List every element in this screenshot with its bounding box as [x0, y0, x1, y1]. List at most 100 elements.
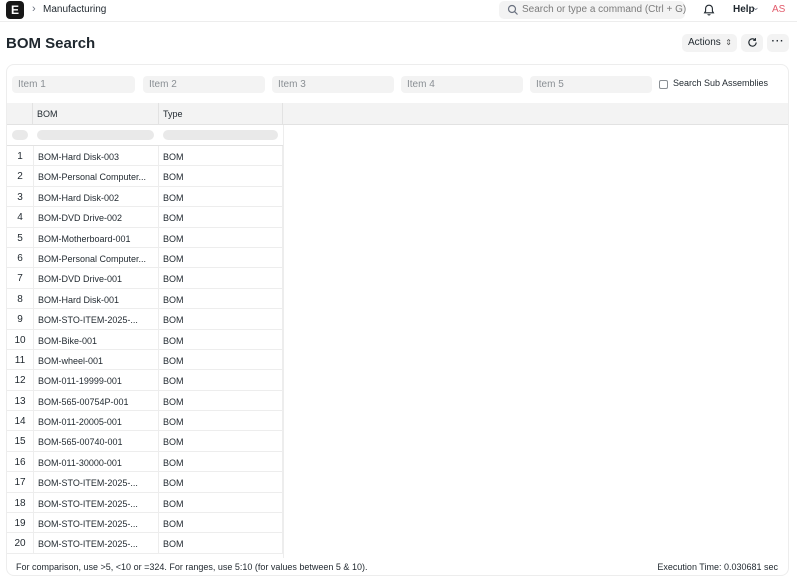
- table-row[interactable]: 12 BOM-011-19999-001 BOM: [7, 370, 283, 391]
- type-cell[interactable]: BOM: [159, 411, 283, 432]
- row-number: 8: [17, 293, 23, 305]
- type-cell[interactable]: BOM: [159, 349, 283, 370]
- table-row[interactable]: 9 BOM-STO-ITEM-2025-... BOM: [7, 309, 283, 330]
- table-row[interactable]: 18 BOM-STO-ITEM-2025-... BOM: [7, 492, 283, 514]
- bom-cell[interactable]: BOM-Bike-001: [33, 329, 159, 350]
- search-input[interactable]: Search or type a command (Ctrl + G): [499, 1, 687, 19]
- type-cell[interactable]: BOM: [159, 186, 283, 207]
- type-cell[interactable]: BOM: [159, 268, 283, 289]
- filter-item-5[interactable]: Item 5: [530, 76, 652, 93]
- row-number: 7: [17, 273, 23, 285]
- bom-cell[interactable]: BOM-STO-ITEM-2025-...: [33, 472, 159, 493]
- row-number: 17: [14, 477, 26, 489]
- row-number: 14: [14, 416, 26, 428]
- search-icon: [507, 4, 518, 15]
- row-number: 20: [14, 538, 26, 550]
- bell-icon[interactable]: [702, 3, 716, 17]
- table-row[interactable]: 1 BOM-Hard Disk-003 BOM: [7, 146, 283, 167]
- bom-cell[interactable]: BOM-Personal Computer...: [33, 247, 159, 268]
- bom-cell[interactable]: BOM-STO-ITEM-2025-...: [33, 492, 159, 513]
- type-cell[interactable]: BOM: [159, 227, 283, 248]
- column-header-bom[interactable]: BOM: [33, 103, 159, 125]
- search-sub-assemblies-checkbox[interactable]: [659, 80, 668, 89]
- type-cell[interactable]: BOM: [159, 166, 283, 187]
- row-number: 12: [14, 375, 26, 387]
- bom-cell[interactable]: BOM-Hard Disk-002: [33, 186, 159, 207]
- footer-note: For comparison, use >5, <10 or =324. For…: [16, 562, 368, 572]
- bom-cell[interactable]: BOM-Hard Disk-003: [33, 146, 159, 166]
- table-row[interactable]: 14 BOM-011-20005-001 BOM: [7, 411, 283, 432]
- type-cell[interactable]: BOM: [159, 329, 283, 350]
- row-number: 15: [14, 436, 26, 448]
- table-row[interactable]: 7 BOM-DVD Drive-001 BOM: [7, 268, 283, 289]
- column-header-type[interactable]: Type: [159, 103, 283, 125]
- bom-cell[interactable]: BOM-STO-ITEM-2025-...: [33, 513, 159, 534]
- row-number: 6: [17, 252, 23, 264]
- table-row[interactable]: 10 BOM-Bike-001 BOM: [7, 329, 283, 350]
- filter-item-4[interactable]: Item 4: [401, 76, 523, 93]
- filter-item-1[interactable]: Item 1: [12, 76, 135, 93]
- avatar[interactable]: AS: [772, 4, 785, 15]
- type-filter-input[interactable]: [163, 130, 278, 140]
- page-title: BOM Search: [6, 35, 96, 52]
- table-row[interactable]: 11 BOM-wheel-001 BOM: [7, 349, 283, 371]
- type-cell[interactable]: BOM: [159, 390, 283, 411]
- report-card: Item 1 Item 2 Item 3 Item 4 Item 5 Searc…: [6, 64, 789, 576]
- table-row[interactable]: 2 BOM-Personal Computer... BOM: [7, 166, 283, 187]
- table-row[interactable]: 3 BOM-Hard Disk-002 BOM: [7, 186, 283, 208]
- row-number: 10: [14, 334, 26, 346]
- filter-item-3[interactable]: Item 3: [272, 76, 394, 93]
- row-number: 4: [17, 212, 23, 224]
- table-row[interactable]: 13 BOM-565-00754P-001 BOM: [7, 390, 283, 412]
- table-row[interactable]: 20 BOM-STO-ITEM-2025-... BOM: [7, 533, 283, 554]
- chevron-right-icon: ›: [32, 3, 36, 15]
- type-cell[interactable]: BOM: [159, 207, 283, 228]
- bom-cell[interactable]: BOM-STO-ITEM-2025-...: [33, 533, 159, 554]
- table-row[interactable]: 6 BOM-Personal Computer... BOM: [7, 247, 283, 269]
- bom-cell[interactable]: BOM-DVD Drive-002: [33, 207, 159, 228]
- bom-cell[interactable]: BOM-011-30000-001: [33, 451, 159, 472]
- type-cell[interactable]: BOM: [159, 247, 283, 268]
- bom-cell[interactable]: BOM-Hard Disk-001: [33, 288, 159, 309]
- actions-button[interactable]: Actions ⇕: [682, 34, 737, 52]
- navbar: E › Manufacturing Search or type a comma…: [0, 0, 797, 22]
- bom-cell[interactable]: BOM-011-20005-001: [33, 411, 159, 432]
- table-row[interactable]: 15 BOM-565-00740-001 BOM: [7, 431, 283, 452]
- bom-cell[interactable]: BOM-011-19999-001: [33, 370, 159, 391]
- table-row[interactable]: 5 BOM-Motherboard-001 BOM: [7, 227, 283, 248]
- table-row[interactable]: 8 BOM-Hard Disk-001 BOM: [7, 288, 283, 310]
- type-cell[interactable]: BOM: [159, 288, 283, 309]
- more-options-button[interactable]: ···: [767, 34, 789, 52]
- bom-cell[interactable]: BOM-STO-ITEM-2025-...: [33, 309, 159, 330]
- refresh-button[interactable]: [741, 34, 763, 52]
- column-filter-row: [7, 125, 283, 146]
- app-logo[interactable]: E: [6, 1, 24, 19]
- execution-time: Execution Time: 0.030681 sec: [657, 562, 778, 572]
- bom-cell[interactable]: BOM-Motherboard-001: [33, 227, 159, 248]
- search-sub-assemblies-label[interactable]: Search Sub Assemblies: [673, 78, 768, 88]
- type-cell[interactable]: BOM: [159, 146, 283, 166]
- table-row[interactable]: 19 BOM-STO-ITEM-2025-... BOM: [7, 513, 283, 534]
- type-cell[interactable]: BOM: [159, 370, 283, 391]
- type-cell[interactable]: BOM: [159, 492, 283, 513]
- bom-cell[interactable]: BOM-DVD Drive-001: [33, 268, 159, 289]
- type-cell[interactable]: BOM: [159, 451, 283, 472]
- bom-cell[interactable]: BOM-wheel-001: [33, 349, 159, 370]
- bom-filter-input[interactable]: [37, 130, 154, 140]
- type-cell[interactable]: BOM: [159, 513, 283, 534]
- type-cell[interactable]: BOM: [159, 431, 283, 452]
- bom-cell[interactable]: BOM-565-00740-001: [33, 431, 159, 452]
- table-row[interactable]: 4 BOM-DVD Drive-002 BOM: [7, 207, 283, 228]
- filter-item-2[interactable]: Item 2: [143, 76, 265, 93]
- actions-label: Actions: [688, 37, 721, 48]
- type-cell[interactable]: BOM: [159, 533, 283, 554]
- search-placeholder: Search or type a command (Ctrl + G): [522, 4, 687, 15]
- row-number: 11: [14, 354, 26, 366]
- bom-cell[interactable]: BOM-565-00754P-001: [33, 390, 159, 411]
- table-row[interactable]: 17 BOM-STO-ITEM-2025-... BOM: [7, 472, 283, 493]
- type-cell[interactable]: BOM: [159, 309, 283, 330]
- bom-cell[interactable]: BOM-Personal Computer...: [33, 166, 159, 187]
- breadcrumb-manufacturing[interactable]: Manufacturing: [43, 4, 106, 15]
- type-cell[interactable]: BOM: [159, 472, 283, 493]
- table-row[interactable]: 16 BOM-011-30000-001 BOM: [7, 451, 283, 473]
